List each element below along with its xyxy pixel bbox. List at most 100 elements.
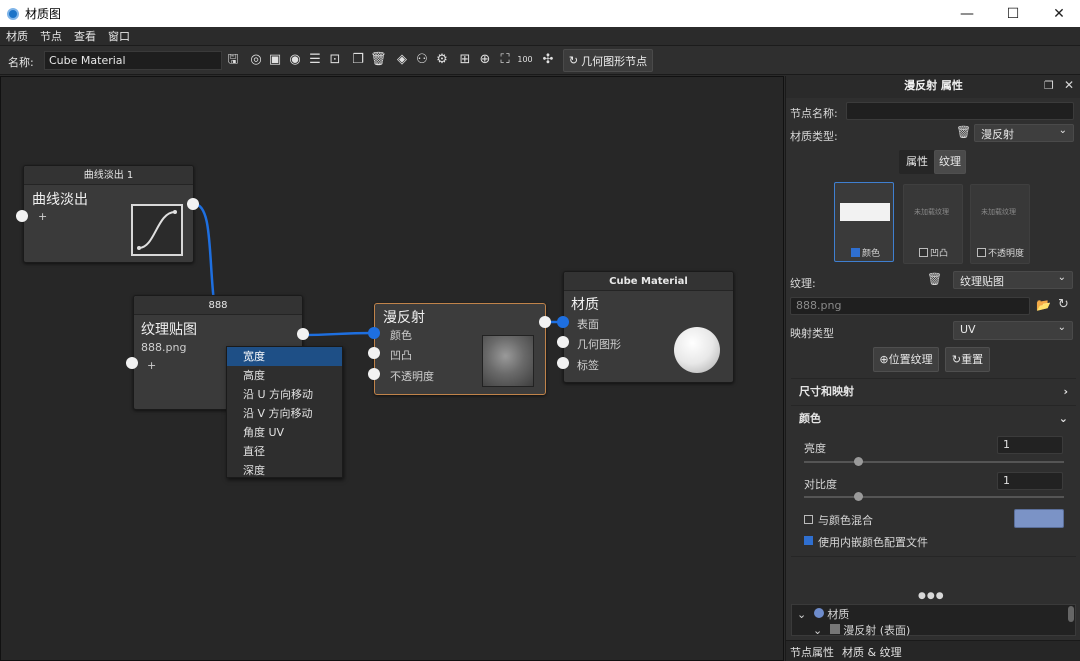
diffuse-bump-input[interactable] — [368, 347, 380, 359]
fit-icon[interactable]: ⛶ — [497, 52, 513, 68]
tab-texture[interactable]: 纹理 — [934, 150, 966, 174]
copy-icon[interactable]: ❐ — [350, 52, 366, 68]
menu-window[interactable]: 窗口 — [108, 28, 130, 44]
ctx-item-depth[interactable]: 深度 — [227, 461, 342, 480]
checker-icon[interactable]: ▣ — [267, 52, 283, 68]
tree-item-diffuse[interactable]: ⌄ 漫反射 (表面) — [813, 622, 910, 637]
geometry-node-button[interactable]: ↻ 几何图形节点 — [563, 49, 653, 72]
toolbar: 名称: Cube Material 🖫 ◎ ▣ ◉ ☰ ⊡ ❐ 🗑 ◈ ⚇ ⚙ … — [0, 46, 1080, 75]
brightness-slider-track[interactable] — [804, 461, 1064, 463]
material-port-tag: 标签 — [577, 359, 599, 372]
reset-button[interactable]: ↻重置 — [945, 347, 990, 372]
texture-input-port[interactable] — [126, 357, 138, 369]
trash-icon[interactable]: 🗑 — [370, 52, 387, 68]
blend-color-checkbox[interactable] — [804, 515, 813, 524]
material-node[interactable]: Cube Material 材质 表面 几何图形 标签 — [563, 271, 734, 383]
mapping-type-dropdown[interactable]: UV ⌄ — [953, 321, 1073, 340]
chevron-down-icon: ⌄ — [1057, 272, 1066, 283]
contrast-slider-knob[interactable] — [854, 492, 863, 501]
material-name-field[interactable]: Cube Material — [44, 51, 222, 70]
material-tag-input[interactable] — [557, 357, 569, 369]
reset-icon: ↻ — [951, 353, 962, 366]
tile-color-checkbox[interactable] — [851, 248, 860, 257]
tile-color[interactable]: 颜色 — [834, 182, 894, 262]
ctx-item-width[interactable]: 宽度 — [227, 347, 342, 366]
float-panel-icon[interactable]: ❐ — [1044, 79, 1054, 92]
brightness-slider-knob[interactable] — [854, 457, 863, 466]
delete-type-icon[interactable]: 🗑 — [956, 125, 971, 139]
tree-item-material[interactable]: ⌄ 材质 — [797, 606, 849, 621]
diffuse-output-port[interactable] — [539, 316, 551, 328]
material-surface-input[interactable] — [557, 316, 569, 328]
texture-add-port[interactable]: + — [147, 359, 156, 372]
ctx-item-diameter[interactable]: 直径 — [227, 442, 342, 461]
tile-bump[interactable]: 未加载纹理 凹凸 — [903, 184, 963, 264]
section-color[interactable]: 颜色 ⌄ — [791, 405, 1076, 431]
section-size-mapping[interactable]: 尺寸和映射 › — [791, 378, 1076, 404]
camera-icon[interactable]: ⊡ — [327, 52, 343, 68]
open-folder-icon[interactable]: 📂 — [1036, 298, 1051, 312]
save-icon[interactable]: 🖫 — [225, 52, 241, 68]
node-name-field[interactable] — [846, 102, 1074, 120]
ctx-item-move-v[interactable]: 沿 V 方向移动 — [227, 404, 342, 423]
settings-icon[interactable]: ⚙ — [434, 52, 450, 68]
texture-file-field[interactable]: 888.png — [790, 297, 1030, 315]
menu-material[interactable]: 材质 — [6, 28, 28, 44]
more-options-icon[interactable]: ●●● — [918, 591, 945, 601]
graph-icon[interactable]: ⚇ — [414, 52, 430, 68]
diffuse-node[interactable]: 漫反射 颜色 凹凸 不透明度 — [374, 303, 546, 395]
contrast-input[interactable]: 1 — [997, 472, 1063, 490]
menu-node[interactable]: 节点 — [40, 28, 62, 44]
tile-opacity[interactable]: 未加载纹理 不透明度 — [970, 184, 1030, 264]
reload-icon[interactable]: ↻ — [1058, 297, 1069, 312]
reset-label: 重置 — [961, 353, 984, 366]
center-icon[interactable]: ⊕ — [477, 52, 493, 68]
texture-type-value: 纹理贴图 — [960, 275, 1004, 288]
material-type-dropdown[interactable]: 漫反射 ⌄ — [974, 124, 1074, 142]
texture-output-port[interactable] — [297, 328, 309, 340]
ctx-item-height[interactable]: 高度 — [227, 366, 342, 385]
texture-type-dropdown[interactable]: 纹理贴图 ⌄ — [953, 271, 1073, 289]
delete-texture-icon[interactable]: 🗑 — [927, 272, 942, 286]
layout-icon[interactable]: ⊞ — [457, 52, 473, 68]
ctx-item-move-u[interactable]: 沿 U 方向移动 — [227, 385, 342, 404]
embedded-profile-checkbox[interactable] — [804, 536, 813, 545]
curve-add-port[interactable]: + — [38, 210, 47, 223]
blend-color-swatch[interactable] — [1014, 509, 1064, 528]
curve-node-title: 曲线淡出 — [32, 192, 88, 208]
maximize-button[interactable]: ☐ — [990, 0, 1036, 27]
port-context-menu: 宽度 高度 沿 U 方向移动 沿 V 方向移动 角度 UV 直径 深度 — [226, 346, 343, 478]
diffuse-color-input[interactable] — [368, 327, 380, 339]
curve-fade-node[interactable]: 曲线淡出 1 曲线淡出 + — [23, 165, 194, 263]
ctx-item-angle-uv[interactable]: 角度 UV — [227, 423, 342, 442]
sliders-icon[interactable]: ☰ — [307, 52, 323, 68]
minimize-button[interactable]: — — [944, 0, 990, 27]
play-icon[interactable]: ◉ — [287, 52, 303, 68]
place-texture-button[interactable]: ⊕位置纹理 — [873, 347, 939, 372]
name-label: 名称: — [8, 56, 34, 69]
material-geometry-input[interactable] — [557, 336, 569, 348]
tab-attributes[interactable]: 属性 — [899, 150, 935, 174]
menu-view[interactable]: 查看 — [74, 28, 96, 44]
curve-input-port[interactable] — [16, 210, 28, 222]
tab-material-texture[interactable]: 材质 & 纹理 — [842, 644, 902, 660]
close-button[interactable]: ✕ — [1036, 0, 1080, 27]
tile-bump-checkbox[interactable] — [919, 248, 928, 257]
brightness-input[interactable]: 1 — [997, 436, 1063, 454]
chevron-down-icon: ⌄ — [797, 608, 807, 621]
material-node-title: 材质 — [571, 297, 599, 313]
tile-opacity-checkbox[interactable] — [977, 248, 986, 257]
curve-output-port[interactable] — [187, 198, 199, 210]
pin-icon[interactable]: ✣ — [540, 52, 556, 68]
node-add-icon[interactable]: ◈ — [394, 52, 410, 68]
tab-node-properties[interactable]: 节点属性 — [790, 644, 834, 660]
bulb-icon[interactable]: ◎ — [248, 52, 264, 68]
properties-panel: 漫反射 属性 ❐ ✕ 节点名称: 材质类型: 🗑 漫反射 ⌄ 属性 纹理 颜色 … — [785, 76, 1080, 661]
diffuse-opacity-input[interactable] — [368, 368, 380, 380]
node-canvas[interactable]: 曲线淡出 1 曲线淡出 + 888 纹理贴图 888.png + 漫反射 颜色 … — [0, 76, 784, 661]
close-panel-icon[interactable]: ✕ — [1064, 78, 1074, 92]
color-texture-preview — [840, 203, 890, 221]
zoom-100-icon[interactable]: 100 — [517, 52, 533, 68]
contrast-slider-track[interactable] — [804, 496, 1064, 498]
tree-scrollbar[interactable] — [1068, 606, 1074, 622]
